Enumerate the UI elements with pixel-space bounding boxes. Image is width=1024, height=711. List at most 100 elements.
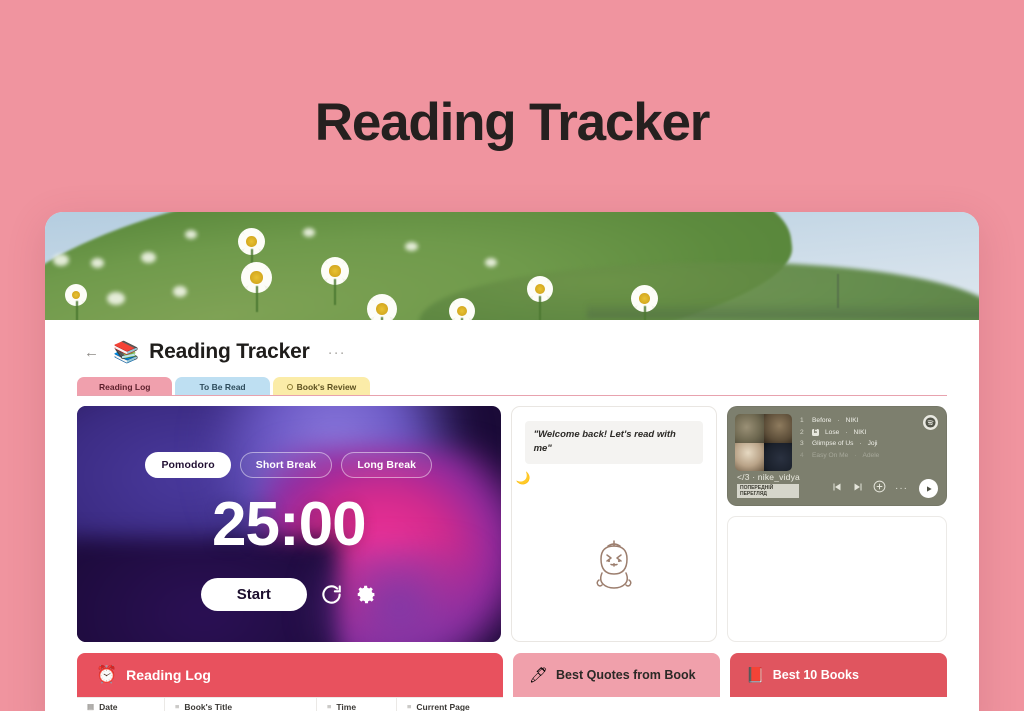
- track-item[interactable]: 2 E Lose · NIKI: [800, 427, 939, 439]
- track-separator: ·: [837, 417, 840, 424]
- track-number: 1: [800, 417, 804, 424]
- tab-to-be-read[interactable]: To Be Read: [175, 377, 270, 396]
- track-item[interactable]: 4 Easy On Me · Adele: [800, 450, 939, 462]
- pomodoro-mode-group: Pomodoro Short Break Long Break: [145, 452, 433, 478]
- timer-controls: Start: [200, 578, 377, 611]
- column-header-current-page[interactable]: ≡ Current Page: [397, 698, 497, 711]
- daisy-flower: [527, 276, 553, 320]
- tab-bar: Reading Log To Be Read Book's Review: [45, 374, 979, 396]
- track-separator: ·: [854, 452, 857, 460]
- banner-pylon: [836, 274, 839, 308]
- back-arrow-icon[interactable]: ←: [80, 343, 103, 362]
- tab-label: To Be Read: [199, 381, 246, 392]
- spotify-icon[interactable]: [923, 415, 938, 430]
- database-row: ⏰ Reading Log ▤ Date ≡ Book's Title ≡ Ti…: [77, 653, 947, 711]
- text-icon: ≡: [327, 702, 332, 711]
- right-widget-column: 1 Before · NIKI 2 E Lose · NIKI 3 Glimps…: [727, 406, 947, 642]
- document-header: ← 📚 Reading Tracker ···: [45, 320, 979, 366]
- track-title: Lose: [825, 428, 840, 436]
- welcome-card: "Welcome back! Let's read with me" 🌙: [510, 406, 717, 642]
- tab-label: Reading Log: [99, 381, 151, 392]
- album-art: [735, 414, 792, 471]
- banner-blur-dot: [405, 242, 418, 251]
- empty-widget-card[interactable]: [727, 516, 947, 642]
- reading-log-database: ⏰ Reading Log ▤ Date ≡ Book's Title ≡ Ti…: [77, 653, 503, 711]
- daisy-flower: [449, 298, 475, 320]
- track-title: Easy On Me: [812, 452, 849, 460]
- preview-tooltip: ПОПЕРЕДНІЙ ПЕРЕГЛЯД: [737, 483, 799, 499]
- spotify-widget: 1 Before · NIKI 2 E Lose · NIKI 3 Glimps…: [727, 406, 947, 506]
- tab-reading-log[interactable]: Reading Log: [77, 377, 173, 396]
- banner-blur-dot: [91, 258, 104, 268]
- page-title: Reading Tracker: [314, 93, 711, 152]
- page-root: Reading Tracker ← 📚 Reading Tracker ··· …: [0, 0, 1024, 711]
- track-title: Glimpse of Us: [812, 440, 854, 448]
- moon-icon: 🌙: [515, 471, 531, 485]
- best-quotes-database: 🖊 Best Quotes from Book: [512, 653, 721, 711]
- cover-banner: [45, 212, 979, 320]
- more-options-icon[interactable]: ···: [320, 344, 346, 361]
- gear-icon[interactable]: [356, 584, 377, 605]
- daisy-flower: [631, 285, 658, 320]
- long-break-mode-button[interactable]: Long Break: [341, 452, 433, 478]
- column-header-book-title[interactable]: ≡ Book's Title: [165, 698, 317, 711]
- previous-icon[interactable]: [831, 480, 843, 498]
- start-button[interactable]: Start: [200, 578, 307, 611]
- daisy-flower: [65, 284, 87, 320]
- alarm-clock-icon: ⏰: [96, 665, 118, 684]
- track-item[interactable]: 1 Before · NIKI: [800, 415, 939, 427]
- pen-icon: 🖊: [528, 667, 549, 684]
- books-icon: 📚: [113, 340, 140, 364]
- track-separator: ·: [859, 440, 862, 448]
- content-area: Pomodoro Short Break Long Break 25:00 St…: [45, 396, 979, 711]
- tab-label: Book's Review: [296, 381, 357, 392]
- circle-icon: [286, 383, 293, 390]
- column-header-date[interactable]: ▤ Date: [77, 698, 165, 711]
- playback-controls: ···: [831, 479, 938, 500]
- track-list: 1 Before · NIKI 2 E Lose · NIKI 3 Glimps…: [800, 414, 939, 471]
- track-artist: NIKI: [845, 417, 859, 424]
- short-break-mode-button[interactable]: Short Break: [239, 452, 333, 478]
- daisy-flower: [367, 294, 397, 320]
- best-quotes-banner: 🖊 Best Quotes from Book: [512, 653, 721, 697]
- column-label: Book's Title: [184, 701, 233, 711]
- column-label: Current Page: [416, 701, 470, 711]
- track-item[interactable]: 3 Glimpse of Us · Joji: [800, 438, 939, 450]
- daisy-flower: [241, 262, 272, 313]
- tab-underline: [77, 394, 947, 396]
- best-books-title: Best 10 Books: [772, 668, 859, 682]
- banner-blur-dot: [303, 228, 315, 237]
- next-icon[interactable]: [852, 480, 864, 498]
- book-icon: 📕: [746, 667, 765, 684]
- best-books-database: 📕 Best 10 Books: [730, 653, 947, 711]
- column-label: Date: [99, 701, 118, 711]
- playlist-name: </3 · nike_vidya: [737, 471, 800, 482]
- pomodoro-mode-button[interactable]: Pomodoro: [145, 452, 231, 478]
- track-separator: ·: [845, 428, 848, 436]
- track-number: 3: [800, 440, 804, 448]
- track-artist: NIKI: [853, 428, 867, 436]
- more-icon[interactable]: ···: [895, 483, 908, 494]
- widgets-row: Pomodoro Short Break Long Break 25:00 St…: [77, 406, 947, 642]
- add-icon[interactable]: [873, 480, 886, 498]
- explicit-icon: E: [812, 429, 819, 437]
- daisy-flower: [321, 257, 349, 305]
- banner-blur-dot: [173, 286, 187, 297]
- reading-log-banner: ⏰ Reading Log: [77, 653, 503, 697]
- track-number: 2: [800, 428, 804, 436]
- banner-blur-dot: [185, 230, 197, 239]
- pomodoro-widget: Pomodoro Short Break Long Break 25:00 St…: [77, 406, 501, 642]
- best-quotes-title: Best Quotes from Book: [556, 668, 696, 682]
- app-window: ← 📚 Reading Tracker ··· Reading Log To B…: [45, 212, 979, 711]
- mascot-illustration: [512, 535, 716, 595]
- tab-books-review[interactable]: Book's Review: [272, 377, 371, 396]
- calendar-icon: ▤: [87, 702, 95, 711]
- text-icon: ≡: [407, 702, 412, 711]
- column-header-time[interactable]: ≡ Time: [317, 698, 397, 711]
- document-title: Reading Tracker: [149, 340, 310, 363]
- reset-icon[interactable]: [320, 583, 343, 606]
- text-icon: ≡: [175, 702, 180, 711]
- reading-log-title: Reading Log: [126, 667, 211, 683]
- play-icon[interactable]: [919, 479, 938, 498]
- table-header-row: ▤ Date ≡ Book's Title ≡ Time ≡ Current P…: [77, 697, 503, 711]
